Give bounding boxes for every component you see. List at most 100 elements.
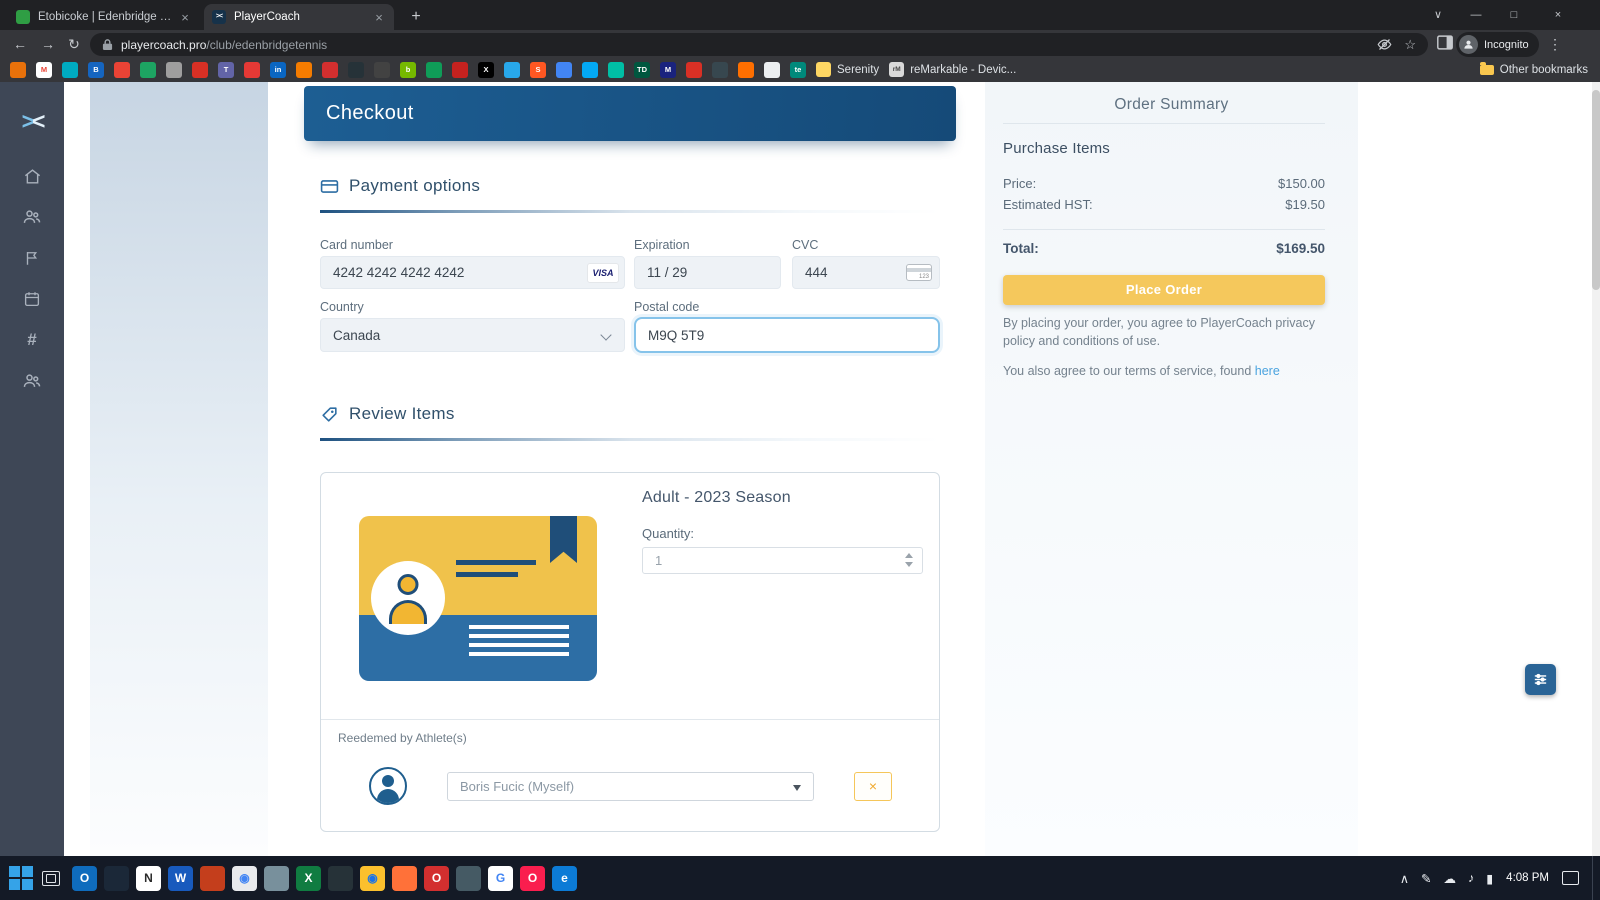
home-icon[interactable]	[22, 166, 42, 186]
hash-icon[interactable]: #	[22, 330, 42, 350]
bookmark-favicon[interactable]	[556, 61, 572, 78]
tab-close-icon[interactable]: ×	[178, 10, 192, 25]
forward-button[interactable]: →	[36, 32, 60, 56]
bookmark-favicon[interactable]	[114, 61, 130, 78]
bookmark-favicon[interactable]: b	[400, 61, 416, 78]
bookmark-favicon[interactable]: te	[790, 61, 806, 78]
bookmark-favicon[interactable]	[738, 61, 754, 78]
new-tab-button[interactable]: +	[406, 7, 426, 27]
app-icon-firefox[interactable]	[392, 865, 417, 891]
tray-pen-icon[interactable]: ✎	[1421, 871, 1431, 886]
bookmark-favicon[interactable]: TD	[634, 61, 650, 78]
bookmark-favicon[interactable]: T	[218, 61, 234, 78]
card-text-line	[469, 652, 569, 656]
playercoach-logo[interactable]: ><	[0, 108, 64, 135]
quantity-stepper[interactable]	[642, 547, 923, 574]
bookmark-star-icon[interactable]: ☆	[1404, 37, 1416, 53]
bookmark-favicon[interactable]	[712, 61, 728, 78]
app-icon-chrome[interactable]: ◉	[360, 865, 385, 891]
bookmark-favicon[interactable]	[166, 61, 182, 78]
bookmark-favicon[interactable]	[296, 61, 312, 78]
app-icon[interactable]: O	[424, 865, 449, 891]
bookmark-favicon[interactable]	[192, 61, 208, 78]
app-icon[interactable]	[200, 865, 225, 891]
reload-button[interactable]: ↻	[62, 32, 86, 56]
bookmark-favicon[interactable]	[62, 61, 78, 78]
show-desktop-button[interactable]	[1592, 856, 1596, 900]
bookmark-favicon[interactable]: M	[36, 61, 52, 78]
bookmark-favicon[interactable]	[10, 61, 26, 78]
app-icon-onenote[interactable]: N	[136, 865, 161, 891]
card-number-input[interactable]	[320, 256, 625, 289]
bookmark-favicon[interactable]	[140, 61, 156, 78]
bookmark-favicon[interactable]	[244, 61, 260, 78]
eye-blocked-icon[interactable]	[1377, 37, 1392, 52]
browser-tab-playercoach[interactable]: >< PlayerCoach ×	[204, 4, 394, 30]
app-icon-opera[interactable]: O	[520, 865, 545, 891]
app-icon-edge[interactable]: e	[552, 865, 577, 891]
bookmark-favicon[interactable]	[426, 61, 442, 78]
bookmark-favicon[interactable]	[608, 61, 624, 78]
app-icon[interactable]	[264, 865, 289, 891]
notification-center-icon[interactable]	[1562, 871, 1579, 885]
bookmark-favicon[interactable]: S	[530, 61, 546, 78]
address-bar[interactable]: playercoach.pro/club/edenbridgetennis ☆	[90, 33, 1428, 56]
app-icon-word[interactable]: W	[168, 865, 193, 891]
tray-expand-icon[interactable]: ∧	[1400, 871, 1409, 886]
taskbar-clock[interactable]: 4:08 PM	[1506, 872, 1549, 884]
app-icon-outlook[interactable]: O	[72, 865, 97, 891]
tab-close-icon[interactable]: ×	[372, 10, 386, 25]
bookmark-favicon[interactable]	[452, 61, 468, 78]
tray-volume-icon[interactable]: ♪	[1468, 871, 1474, 886]
bookmark-favicon[interactable]	[322, 61, 338, 78]
app-icon[interactable]	[104, 865, 129, 891]
expiration-input[interactable]	[634, 256, 781, 289]
bookmark-favicon[interactable]	[764, 61, 780, 78]
stepper-down-icon[interactable]	[905, 562, 913, 567]
athlete-select[interactable]: Boris Fucic (Myself)	[447, 772, 814, 801]
start-button[interactable]	[8, 865, 34, 891]
support-widget-button[interactable]	[1525, 664, 1556, 695]
bookmark-favicon[interactable]	[504, 61, 520, 78]
bookmark-favicon[interactable]: in	[270, 61, 286, 78]
app-icon[interactable]	[328, 865, 353, 891]
members-icon[interactable]	[22, 207, 42, 227]
side-panel-icon[interactable]	[1437, 35, 1453, 55]
incognito-profile-chip[interactable]: Incognito	[1456, 32, 1539, 57]
bookmark-favicon[interactable]: X	[478, 61, 494, 78]
bookmark-favicon[interactable]	[686, 61, 702, 78]
calendar-icon[interactable]	[22, 289, 42, 309]
window-maximize-button[interactable]: □	[1496, 0, 1532, 30]
window-minimize-button[interactable]: —	[1458, 0, 1494, 30]
app-icon-google[interactable]: G	[488, 865, 513, 891]
bookmark-favicon[interactable]	[348, 61, 364, 78]
bookmark-favicon[interactable]: M	[660, 61, 676, 78]
postal-code-input[interactable]	[634, 317, 940, 353]
bookmark-serenity[interactable]: Serenity	[816, 62, 879, 77]
back-button[interactable]: ←	[8, 32, 32, 56]
window-close-button[interactable]: ×	[1540, 0, 1576, 30]
bookmark-remarkable[interactable]: rM reMarkable - Devic...	[889, 62, 1016, 77]
coaches-icon[interactable]	[22, 371, 42, 391]
country-select[interactable]: Canada	[320, 318, 625, 352]
bookmark-favicon[interactable]: B	[88, 61, 104, 78]
browser-menu-icon[interactable]: ⋮	[1548, 32, 1562, 56]
bookmark-favicon[interactable]	[374, 61, 390, 78]
app-icon-excel[interactable]: X	[296, 865, 321, 891]
app-icon[interactable]	[456, 865, 481, 891]
other-bookmarks-button[interactable]: Other bookmarks	[1479, 57, 1588, 82]
bookmark-favicon[interactable]	[582, 61, 598, 78]
tray-battery-icon[interactable]: ▮	[1486, 871, 1493, 886]
place-order-button[interactable]: Place Order	[1003, 275, 1325, 305]
task-view-button[interactable]	[42, 870, 60, 886]
page-scrollbar-thumb[interactable]	[1592, 90, 1600, 290]
stepper-arrows[interactable]	[905, 553, 915, 569]
terms-here-link[interactable]: here	[1255, 364, 1280, 378]
tab-search-icon[interactable]: ∨	[1420, 0, 1456, 30]
stepper-up-icon[interactable]	[905, 553, 913, 558]
browser-tab-etobicoke[interactable]: Etobicoke | Edenbridge Tennis Cl ×	[8, 4, 200, 30]
flag-icon[interactable]	[22, 248, 42, 268]
app-icon-chrome[interactable]: ◉	[232, 865, 257, 891]
remove-athlete-button[interactable]: ×	[854, 772, 892, 801]
tray-cloud-icon[interactable]: ☁	[1444, 871, 1457, 886]
